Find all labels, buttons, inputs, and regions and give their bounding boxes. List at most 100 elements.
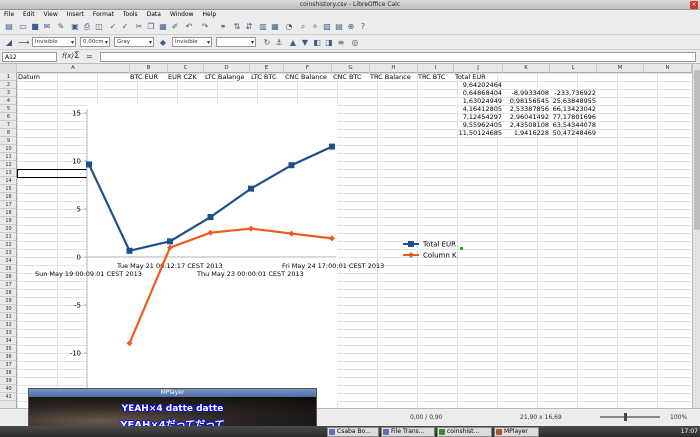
header-cnc-btc[interactable]: CNC BTC (333, 73, 362, 81)
row-header[interactable]: 33 (0, 329, 16, 337)
edit-file-icon[interactable]: ✎ (56, 22, 66, 32)
column-header-f[interactable]: F (284, 64, 332, 73)
row-header[interactable]: 2 (0, 81, 16, 89)
header-eur-czk[interactable]: EUR CZK (168, 73, 197, 81)
row-header[interactable]: 9 (0, 137, 16, 145)
cell-k3[interactable]: -8,9933408 (503, 89, 550, 97)
name-box[interactable]: A12 (2, 52, 57, 62)
menu-help[interactable]: Help (202, 11, 216, 18)
row-header[interactable]: 25 (0, 265, 16, 273)
column-header-m[interactable]: M (597, 64, 644, 73)
header-trc-balance[interactable]: TRC Balance (370, 73, 411, 81)
send-back-icon[interactable]: ▼ (300, 38, 310, 48)
column-header-a[interactable]: A (17, 64, 130, 73)
row-header[interactable]: 17 (0, 201, 16, 209)
row-header[interactable]: 24 (0, 257, 16, 265)
rotate-icon[interactable]: ↻ (262, 38, 272, 48)
vertical-scrollbar[interactable] (692, 64, 700, 408)
spellcheck-icon[interactable]: ✓ (108, 22, 118, 32)
cell-j8[interactable]: 11,50124685 (455, 129, 502, 137)
row-header[interactable]: 8 (0, 129, 16, 137)
open-folder-icon[interactable]: ▭ (18, 22, 28, 32)
row-header[interactable]: 23 (0, 249, 16, 257)
column-header-n[interactable]: N (644, 64, 692, 73)
header-btc-eur[interactable]: BTC EUR (130, 73, 158, 81)
chart-legend[interactable]: Total EUR Column K (403, 241, 457, 260)
area-style-select[interactable]: Invisible (172, 37, 212, 47)
anchor-icon[interactable]: ⚓ (274, 38, 284, 48)
column-header-k[interactable]: K (503, 64, 550, 73)
cell-j2[interactable]: 9,64202464 (455, 81, 502, 89)
row-header[interactable]: 16 (0, 193, 16, 201)
area-fill-select[interactable] (216, 37, 256, 47)
task-csaba[interactable]: Csaba Bo... (327, 427, 379, 437)
chart-icon[interactable]: ▥ (258, 22, 268, 32)
export-pdf-icon[interactable]: ▣ (70, 22, 80, 32)
row-header[interactable]: 40 (0, 385, 16, 393)
sort-ascending-icon[interactable]: ⇅ (232, 22, 242, 32)
menu-format[interactable]: Format (93, 11, 114, 18)
column-header-g[interactable]: G (332, 64, 370, 73)
find-replace-icon[interactable]: ⌕ (298, 22, 308, 32)
task-file-transfer[interactable]: File Trans... (381, 427, 435, 437)
row-header[interactable]: 38 (0, 369, 16, 377)
cell-l4[interactable]: 25,63848955 (550, 97, 596, 105)
to-background-icon[interactable]: ◨ (324, 38, 334, 48)
cut-icon[interactable]: ✂ (134, 22, 144, 32)
show-draw-functions-icon[interactable]: ◔ (284, 22, 294, 32)
row-header[interactable]: 12 (0, 161, 16, 169)
save-icon[interactable]: ■ (30, 22, 40, 32)
row-header[interactable]: 22 (0, 241, 16, 249)
row-header[interactable]: 11 (0, 153, 16, 161)
cell-k8[interactable]: 1,9416228 (503, 129, 549, 137)
select-object-icon[interactable]: ◎ (350, 38, 360, 48)
cell-j4[interactable]: 1,63024949 (455, 97, 502, 105)
column-header-b[interactable]: B (130, 64, 168, 73)
select-all-corner[interactable] (0, 64, 17, 73)
sort-descending-icon[interactable]: ⇵ (244, 22, 254, 32)
row-header[interactable]: 34 (0, 337, 16, 345)
header-cnc-balance[interactable]: CNC Balance (285, 73, 327, 81)
row-header[interactable]: 29 (0, 297, 16, 305)
datasources-icon[interactable]: ▤ (334, 22, 344, 32)
row-header[interactable]: 18 (0, 209, 16, 217)
header-datum[interactable]: Datum (18, 73, 40, 81)
header-ltc-btc[interactable]: LTC BTC (251, 73, 277, 81)
line-style-select[interactable]: Invisible (32, 37, 76, 47)
formula-input[interactable] (100, 52, 696, 62)
cell-k6[interactable]: 2,96041492 (503, 113, 549, 121)
row-header[interactable]: 19 (0, 217, 16, 225)
email-icon[interactable]: ✉ (42, 22, 52, 32)
header-ltc-balange[interactable]: LTC Balange (205, 73, 244, 81)
column-header-e[interactable]: E (250, 64, 284, 73)
column-header-c[interactable]: C (168, 64, 204, 73)
zoom-slider[interactable] (600, 416, 660, 418)
redo-icon[interactable]: ↷ (200, 22, 210, 32)
menu-insert[interactable]: Insert (67, 11, 84, 18)
function-wizard-icon[interactable]: f(x) (62, 52, 74, 60)
line-color-select[interactable]: Gray (114, 37, 154, 47)
zoom-level[interactable]: 100% (670, 413, 687, 423)
column-header-j[interactable]: J (454, 64, 503, 73)
cell-l6[interactable]: 77,17801696 (550, 113, 596, 121)
row-header[interactable]: 41 (0, 393, 16, 401)
task-coinshistory[interactable]: coinshist... (437, 427, 492, 437)
cell-j5[interactable]: 4,16412805 (455, 105, 502, 113)
row-header[interactable]: 7 (0, 121, 16, 129)
row-header[interactable]: 3 (0, 89, 16, 97)
row-header[interactable]: 15 (0, 185, 16, 193)
cell-j3[interactable]: 0,64868404 (455, 89, 502, 97)
hyperlink-icon[interactable]: ⚭ (218, 22, 228, 32)
cell-k5[interactable]: 2,53387856 (503, 105, 549, 113)
task-mplayer[interactable]: MPlayer (494, 427, 539, 437)
cell-l7[interactable]: 63,54344078 (550, 121, 596, 129)
area-icon[interactable]: ◆ (158, 38, 168, 48)
row-header[interactable]: 28 (0, 289, 16, 297)
line-chart[interactable]: 15 10 5 0 -5 -10 Tue May 21 00:12:17 CEST 2013… (17, 103, 457, 408)
zoom-icon[interactable]: ⊕ (346, 22, 356, 32)
row-header[interactable]: 37 (0, 361, 16, 369)
row-header[interactable]: 5 (0, 105, 16, 113)
line-icon[interactable]: ◢ (4, 38, 14, 48)
row-header[interactable]: 32 (0, 321, 16, 329)
close-window-icon[interactable]: × (690, 1, 698, 9)
